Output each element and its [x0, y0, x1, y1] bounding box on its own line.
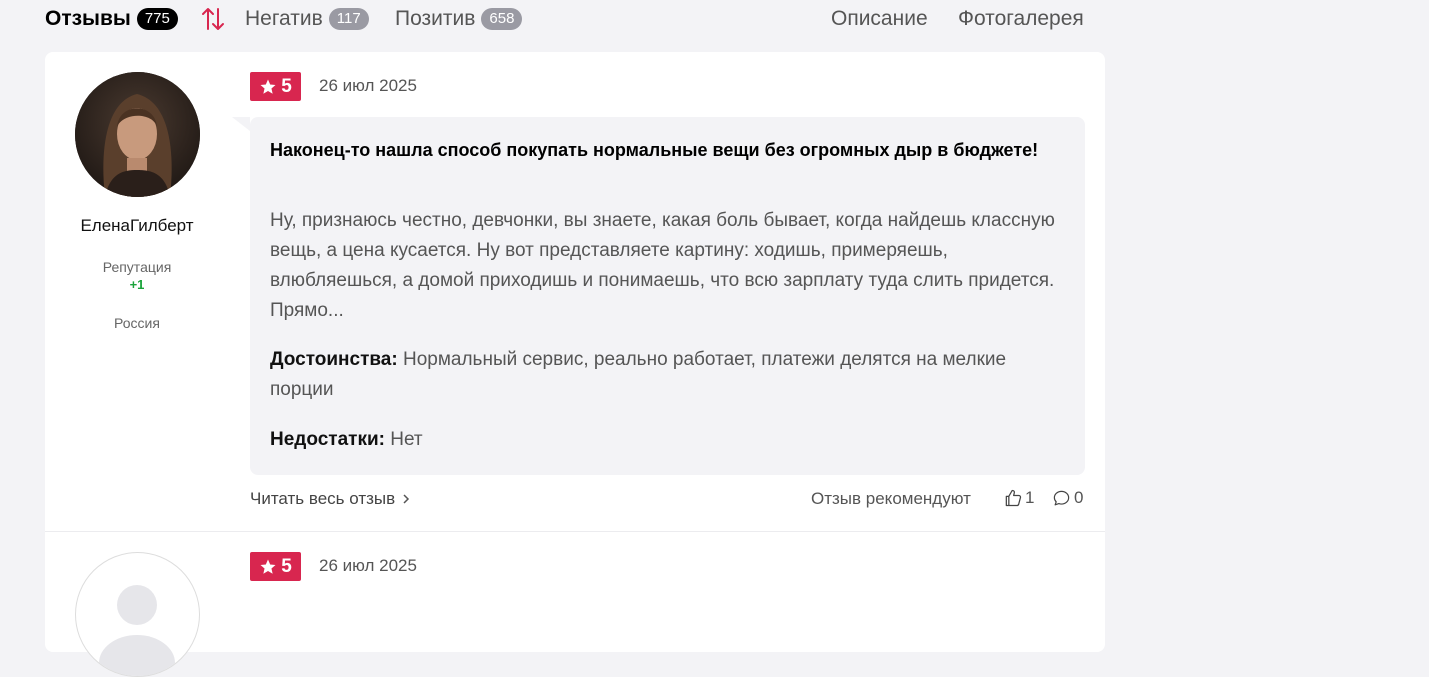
- review-cons: Недостатки: Нет: [270, 425, 1060, 455]
- comments-count: 0: [1074, 488, 1084, 507]
- rating-badge: 5: [250, 72, 301, 101]
- review-pros: Достоинства: Нормальный сервис, реально …: [270, 345, 1060, 405]
- cons-label: Недостатки:: [270, 429, 385, 450]
- star-icon: [260, 559, 276, 574]
- read-more-label: Читать весь отзыв: [250, 489, 396, 508]
- tab-description[interactable]: Описание: [831, 4, 928, 34]
- review-date: 26 июл 2025: [319, 76, 417, 95]
- tab-negative[interactable]: Негатив 117: [245, 4, 369, 34]
- likes-count: 1: [1025, 488, 1035, 507]
- author-country: Россия: [114, 315, 160, 331]
- recommend-label: Отзыв рекомендуют: [811, 489, 971, 508]
- review-divider: [45, 531, 1105, 532]
- review-text: Ну, признаюсь честно, девчонки, вы знает…: [270, 210, 1055, 321]
- avatar-image: [75, 72, 200, 197]
- reputation-value: +1: [129, 277, 145, 292]
- tab-positive[interactable]: Позитив 658: [395, 4, 523, 34]
- review-date: 26 июл 2025: [319, 556, 417, 575]
- comment-icon: [1053, 490, 1070, 505]
- avatar[interactable]: [75, 72, 200, 197]
- read-more-link[interactable]: Читать весь отзыв: [250, 489, 411, 509]
- bubble-tail: [232, 117, 250, 131]
- tab-negative-label: Негатив: [245, 7, 323, 30]
- reviews-count-badge: 775: [136, 8, 178, 30]
- like-button[interactable]: 1: [1003, 488, 1034, 508]
- review-title[interactable]: Наконец-то нашла способ покупать нормаль…: [270, 138, 1060, 162]
- review-body: Наконец-то нашла способ покупать нормаль…: [232, 117, 1085, 475]
- positive-count-badge: 658: [481, 8, 523, 30]
- rating-value: 5: [281, 75, 292, 97]
- cons-text: Нет: [390, 429, 423, 450]
- review-tabs: Отзывы 775 Негатив 117 Позитив 658 Описа…: [45, 4, 1105, 34]
- thumbs-up-icon: [1005, 489, 1022, 507]
- tab-reviews[interactable]: Отзывы 775: [45, 4, 178, 34]
- avatar[interactable]: [75, 552, 200, 677]
- pros-label: Достоинства:: [270, 349, 398, 370]
- tab-positive-label: Позитив: [395, 7, 476, 30]
- tab-gallery[interactable]: Фотогалерея: [958, 4, 1084, 34]
- chevron-right-icon: [403, 494, 410, 504]
- star-icon: [260, 79, 276, 94]
- author-name[interactable]: ЕленаГилберт: [45, 216, 229, 236]
- rating-badge: 5: [250, 552, 301, 581]
- rating-value: 5: [281, 555, 292, 577]
- tab-reviews-label: Отзывы: [45, 7, 131, 30]
- sort-icon[interactable]: [201, 5, 225, 33]
- review-list: ЕленаГилберт Репутация +1 Россия 5 26 ию…: [45, 52, 1105, 677]
- reputation-label: Репутация: [102, 259, 172, 275]
- negative-count-badge: 117: [328, 8, 369, 30]
- comments-button[interactable]: 0: [1052, 488, 1083, 508]
- user-placeholder-icon: [99, 585, 175, 676]
